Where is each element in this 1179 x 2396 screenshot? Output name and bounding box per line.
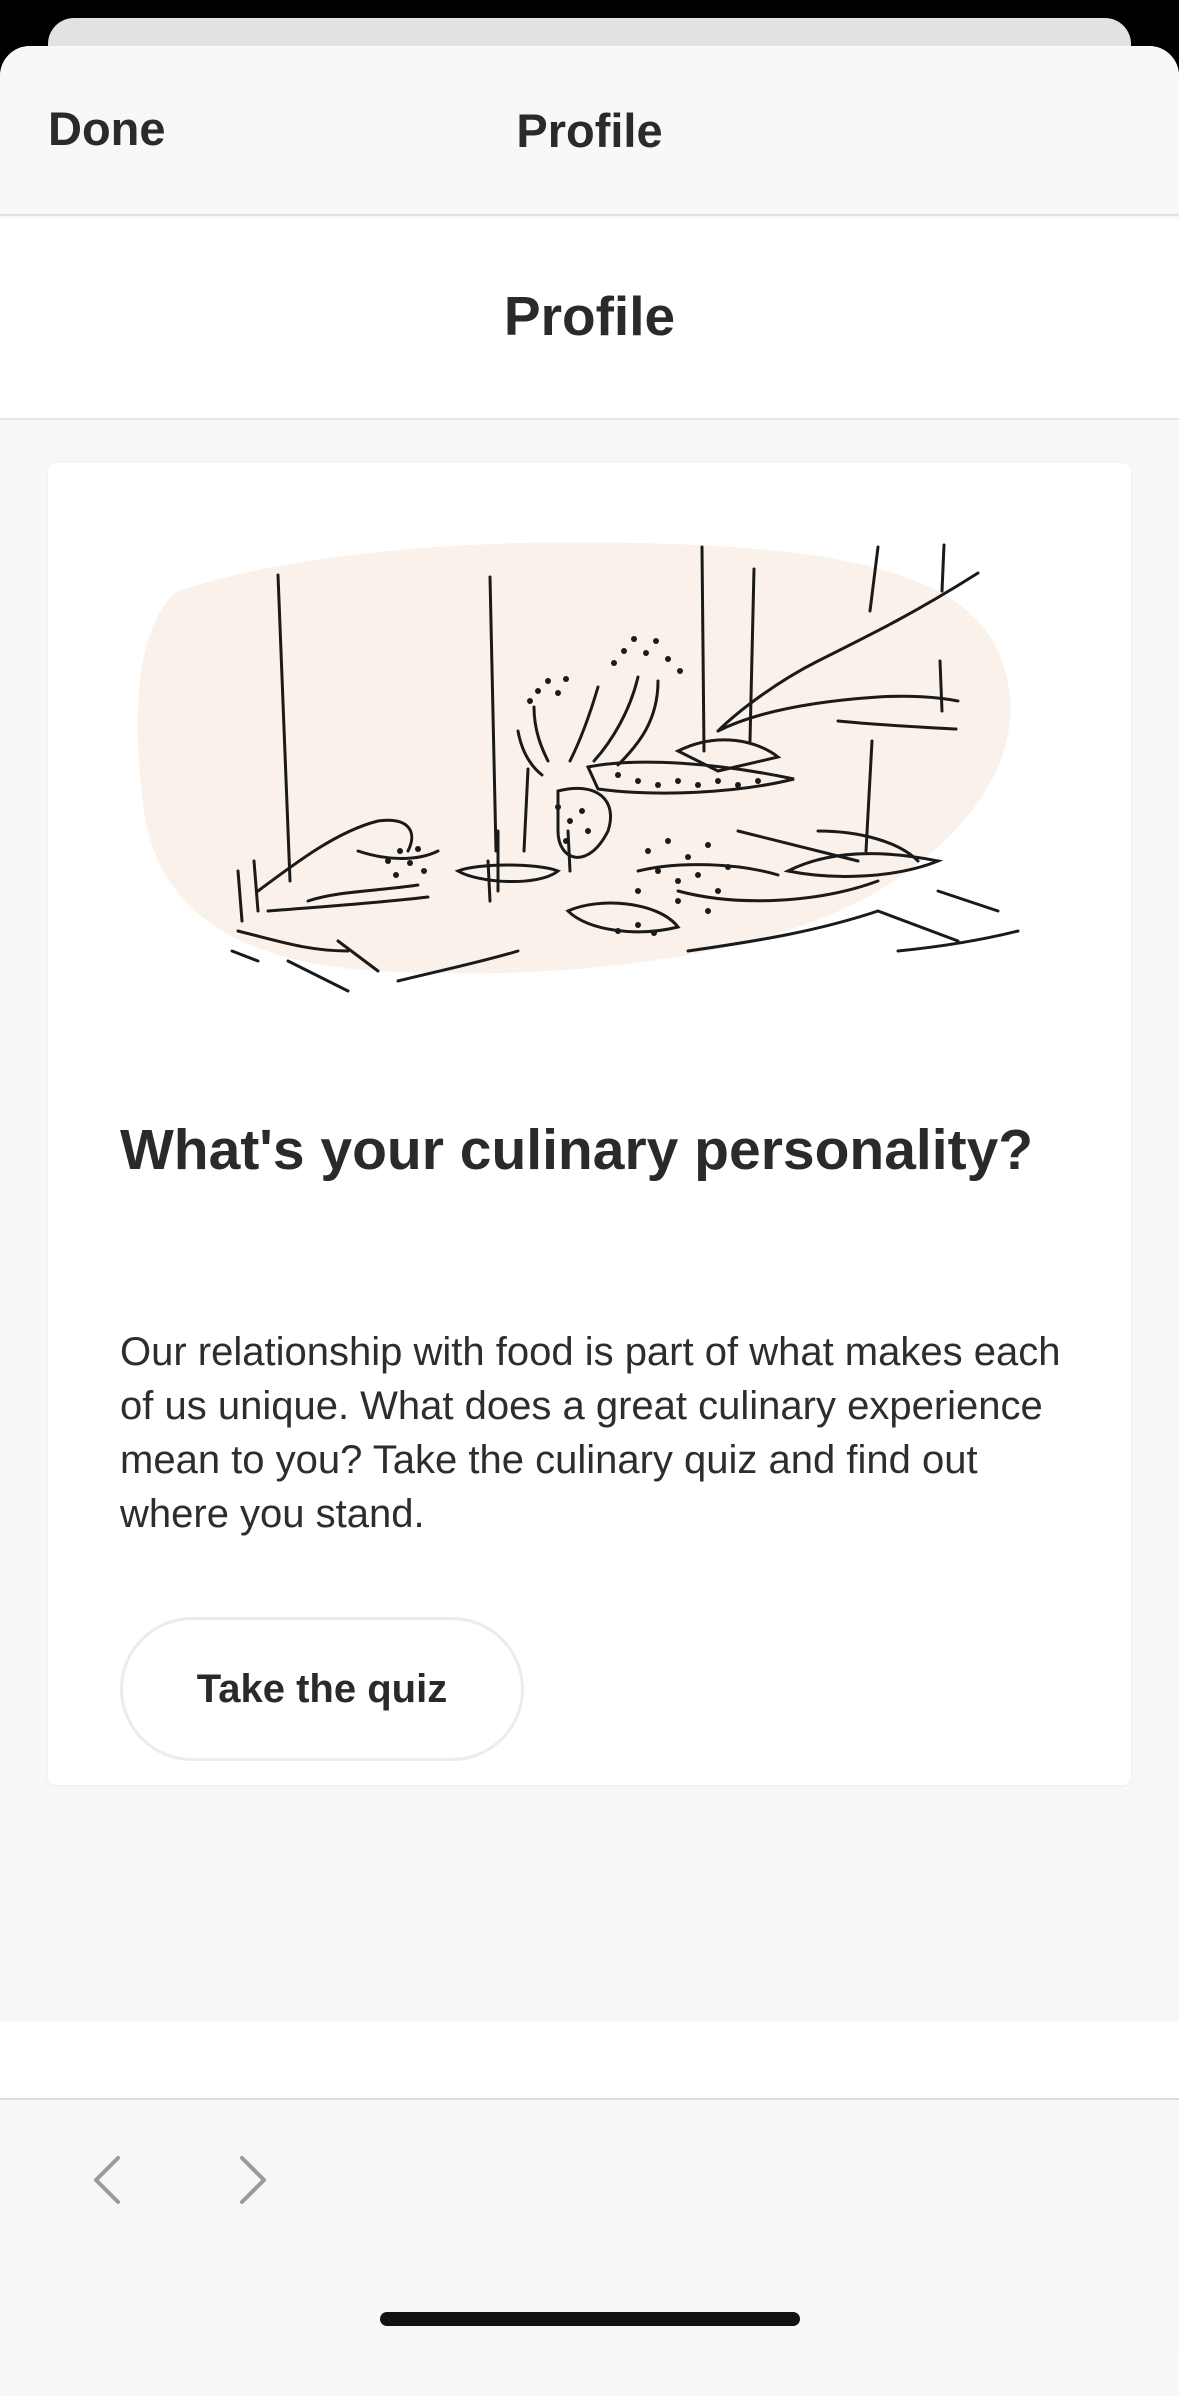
card-heading: What's your culinary personality? [120,1118,1034,1182]
dining-table-illustration [137,542,1020,993]
quiz-card: What's your culinary personality? Our re… [48,463,1131,1785]
take-quiz-label: Take the quiz [196,1666,448,1711]
modal-sheet: Done Profile Profile What's your culinar… [0,46,1179,2396]
chevron-right-icon[interactable] [222,2150,282,2210]
take-quiz-button[interactable]: Take the quiz [120,1617,524,1761]
navigation-bar: Done Profile [0,46,1179,216]
page-header: Profile [0,218,1179,420]
home-indicator [380,2312,800,2326]
card-body: Our relationship with food is part of wh… [120,1330,1061,1536]
chevron-left-icon[interactable] [78,2150,138,2210]
page-title: Profile [503,285,676,347]
nav-title: Profile [516,104,663,157]
